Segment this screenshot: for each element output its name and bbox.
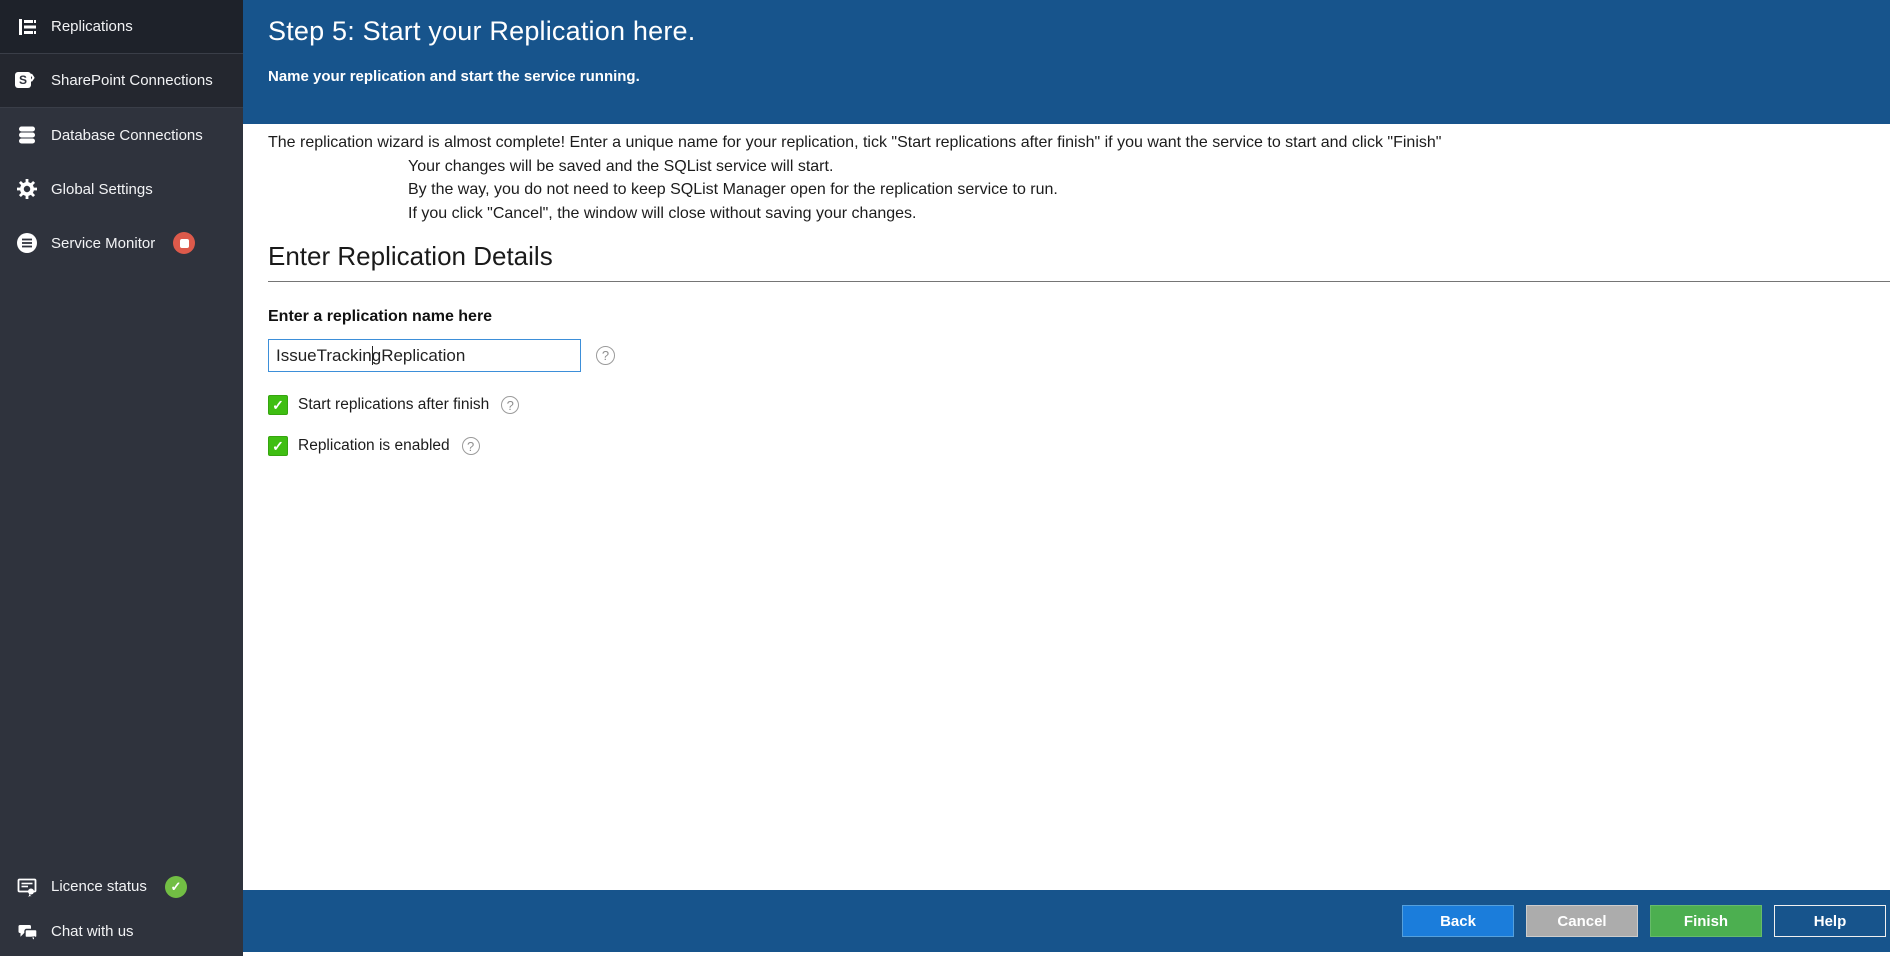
sidebar-item-label: Service Monitor <box>51 234 156 252</box>
wizard-header: Step 5: Start your Replication here. Nam… <box>243 0 1890 124</box>
replication-name-row: ? <box>268 339 1890 372</box>
intro-line-1: The replication wizard is almost complet… <box>268 134 1442 151</box>
sidebar-item-service-monitor[interactable]: Service Monitor <box>0 216 243 270</box>
section-title: Enter Replication Details <box>268 241 553 271</box>
stop-icon <box>179 238 189 248</box>
replication-enabled-label: Replication is enabled <box>298 437 450 454</box>
start-after-finish-checkbox[interactable]: ✓ <box>268 395 288 415</box>
sidebar-item-label: Replications <box>51 18 133 35</box>
sqlist-manager-window: Replications S › SharePoint Connections … <box>0 0 1902 956</box>
sidebar-item-chat-with-us[interactable]: Chat with us <box>0 909 243 954</box>
wizard-footer-bar: Back Cancel Finish Help <box>243 890 1890 952</box>
database-icon <box>15 123 39 147</box>
service-monitor-icon <box>15 231 39 255</box>
intro-line-3: By the way, you do not need to keep SQLi… <box>408 181 1058 198</box>
sidebar-item-label: Chat with us <box>51 923 134 940</box>
licence-icon <box>15 875 39 899</box>
sidebar-item-label: Global Settings <box>51 180 153 198</box>
check-icon: ✓ <box>170 878 182 894</box>
page-subtitle: Name your replication and start the serv… <box>268 68 640 85</box>
replication-name-input[interactable] <box>268 339 581 372</box>
replications-icon <box>15 15 39 39</box>
intro-line-4: If you click "Cancel", the window will c… <box>408 204 917 222</box>
section-divider <box>268 281 1890 282</box>
replication-enabled-checkbox[interactable]: ✓ <box>268 436 288 456</box>
sidebar-item-label: Database Connections <box>51 126 203 144</box>
sidebar-item-sharepoint-connections[interactable]: S › SharePoint Connections <box>0 54 243 108</box>
gear-icon <box>15 177 39 201</box>
service-stopped-badge <box>173 232 196 254</box>
help-icon[interactable]: ? <box>461 437 480 455</box>
sidebar-item-label: SharePoint Connections <box>51 72 213 89</box>
replication-name-input-wrap <box>268 339 581 372</box>
back-button[interactable]: Back <box>1402 905 1514 937</box>
sidebar-item-label: Licence status <box>51 878 147 895</box>
wizard-content: The replication wizard is almost complet… <box>243 124 1890 890</box>
sidebar-item-licence-status[interactable]: Licence status ✓ <box>0 864 243 909</box>
check-icon: ✓ <box>272 396 284 413</box>
start-after-finish-label: Start replications after finish <box>298 396 490 413</box>
check-icon: ✓ <box>272 437 284 454</box>
replication-enabled-row: ✓ Replication is enabled ? <box>268 436 1890 456</box>
text-caret <box>372 346 373 365</box>
help-icon[interactable]: ? <box>596 346 615 365</box>
sharepoint-icon: S › <box>15 67 39 93</box>
finish-button[interactable]: Finish <box>1650 905 1762 937</box>
help-icon[interactable]: ? <box>501 396 520 414</box>
sidebar-item-global-settings[interactable]: Global Settings <box>0 162 243 216</box>
start-after-finish-row: ✓ Start replications after finish ? <box>268 395 1890 415</box>
licence-ok-badge: ✓ <box>164 875 187 898</box>
page-title: Step 5: Start your Replication here. <box>268 16 696 46</box>
sidebar: Replications S › SharePoint Connections … <box>0 0 243 956</box>
sidebar-footer: Licence status ✓ Chat with us <box>0 864 243 954</box>
replication-name-label: Enter a replication name here <box>268 308 493 325</box>
help-button[interactable]: Help <box>1774 905 1886 937</box>
sidebar-item-replications[interactable]: Replications <box>0 0 243 54</box>
sidebar-item-database-connections[interactable]: Database Connections <box>0 108 243 162</box>
cancel-button[interactable]: Cancel <box>1526 905 1638 937</box>
intro-line-2: Your changes will be saved and the SQLis… <box>408 157 834 175</box>
chat-icon <box>15 920 39 944</box>
